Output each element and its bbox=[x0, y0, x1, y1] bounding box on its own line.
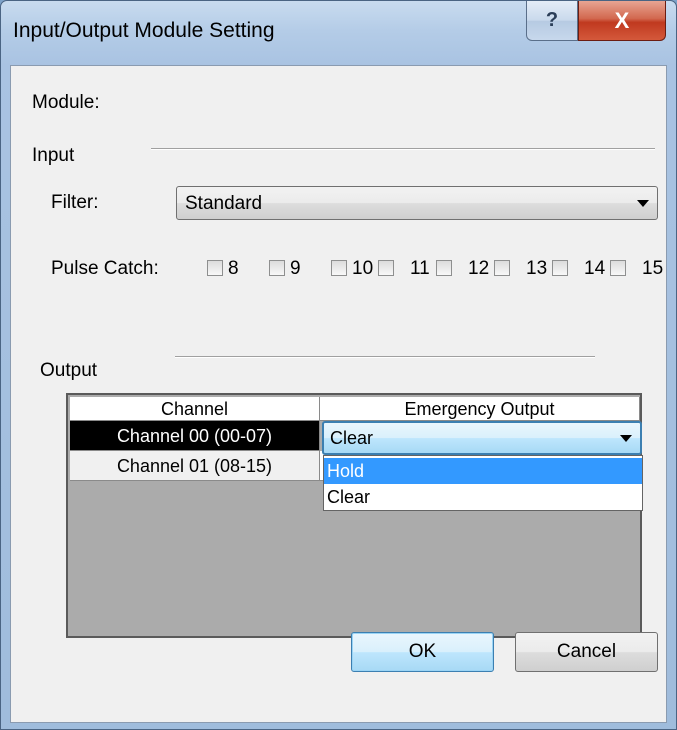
dialog-body: Module: Input Filter: Standard Pulse Cat… bbox=[10, 65, 667, 723]
close-button[interactable]: X bbox=[578, 1, 666, 41]
pulse-catch-label-10: 10 bbox=[352, 258, 374, 279]
pulse-catch-label-13: 13 bbox=[526, 258, 548, 279]
chevron-down-icon bbox=[637, 200, 649, 207]
output-section-label: Output bbox=[40, 360, 98, 381]
pulse-catch-label-9: 9 bbox=[290, 258, 301, 279]
pulse-catch-checkbox-11[interactable] bbox=[378, 260, 394, 276]
pulse-catch-label: Pulse Catch: bbox=[51, 258, 159, 279]
filter-select[interactable]: Standard bbox=[176, 186, 658, 220]
dropdown-option-hold[interactable]: Hold bbox=[324, 458, 642, 484]
pulse-catch-checkbox-12[interactable] bbox=[436, 260, 452, 276]
pulse-catch-checkbox-9[interactable] bbox=[269, 260, 285, 276]
cancel-button[interactable]: Cancel bbox=[515, 632, 658, 672]
help-icon: ? bbox=[545, 9, 559, 31]
dropdown-option-clear[interactable]: Clear bbox=[324, 484, 642, 510]
title-bar[interactable]: Input/Output Module Setting ? X bbox=[1, 1, 676, 65]
output-channel-grid[interactable]: Channel Emergency Output Channel 00 (00-… bbox=[66, 393, 643, 638]
column-header-channel[interactable]: Channel bbox=[70, 397, 320, 421]
emergency-output-selected-value: Clear bbox=[330, 428, 374, 448]
output-section-divider bbox=[175, 356, 595, 358]
pulse-catch-label-14: 14 bbox=[584, 258, 606, 279]
filter-label: Filter: bbox=[51, 192, 99, 213]
pulse-catch-label-8: 8 bbox=[228, 258, 239, 279]
table-row-channel-cell[interactable]: Channel 01 (08-15) bbox=[70, 451, 320, 481]
io-module-setting-dialog: Input/Output Module Setting ? X Module: … bbox=[0, 0, 677, 730]
table-row-channel-cell[interactable]: Channel 00 (00-07) bbox=[70, 421, 320, 451]
emergency-output-select[interactable]: Clear bbox=[322, 421, 642, 455]
emergency-output-dropdown-list: Hold Clear bbox=[323, 455, 643, 511]
input-section-label: Input bbox=[32, 145, 75, 166]
pulse-catch-checkbox-15[interactable] bbox=[610, 260, 626, 276]
pulse-catch-checkbox-13[interactable] bbox=[494, 260, 510, 276]
column-header-emergency-output[interactable]: Emergency Output bbox=[320, 397, 640, 421]
pulse-catch-label-11: 11 bbox=[410, 258, 430, 279]
ok-button[interactable]: OK bbox=[351, 632, 494, 672]
help-button[interactable]: ? bbox=[526, 1, 578, 41]
pulse-catch-label-12: 12 bbox=[468, 258, 490, 279]
chevron-down-icon bbox=[620, 435, 632, 442]
input-section-divider bbox=[151, 148, 655, 150]
pulse-catch-label-15: 15 bbox=[642, 258, 664, 279]
pulse-catch-checkbox-8[interactable] bbox=[207, 260, 223, 276]
close-icon: X bbox=[614, 7, 630, 33]
pulse-catch-checkbox-14[interactable] bbox=[552, 260, 568, 276]
pulse-catch-checkbox-10[interactable] bbox=[331, 260, 347, 276]
window-title: Input/Output Module Setting bbox=[13, 19, 275, 42]
filter-selected-value: Standard bbox=[185, 193, 263, 214]
module-label: Module: bbox=[32, 92, 100, 113]
